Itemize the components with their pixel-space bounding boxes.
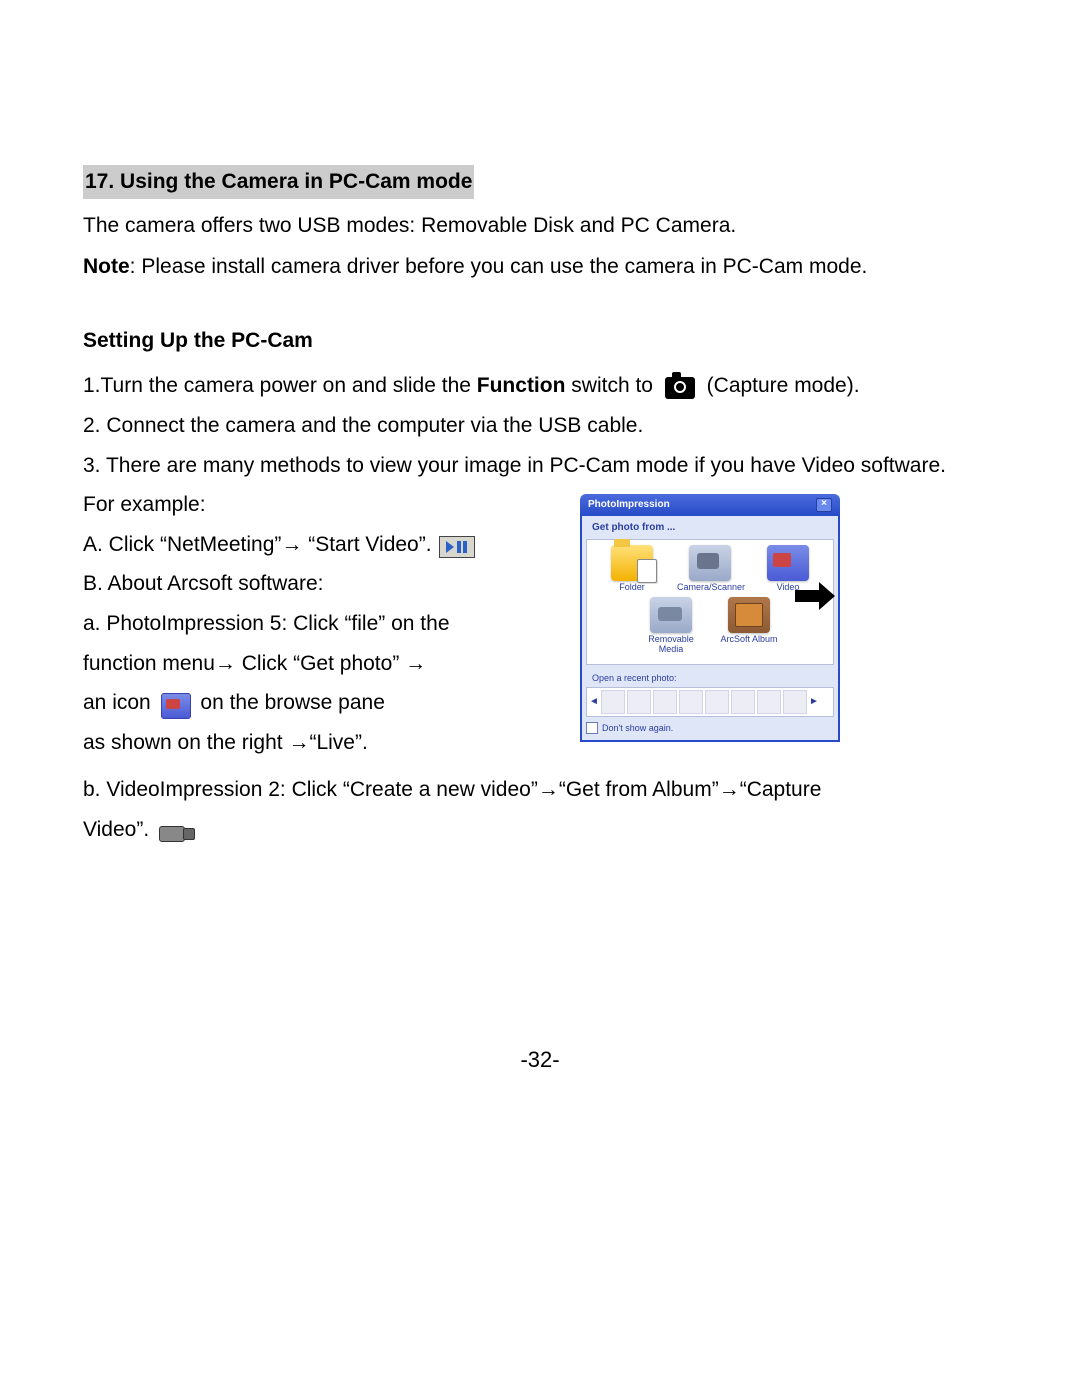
arrow-icon: → (215, 652, 236, 675)
step1-post: (Capture mode). (707, 374, 860, 397)
note-label: Note (83, 255, 130, 278)
window-subtitle: Get photo from ... (592, 520, 834, 536)
icon-panel: Folder Camera/Scanner Video Removable Me… (586, 539, 834, 665)
b2-pre: Video”. (83, 818, 149, 841)
recent-thumbstrip: ◄ ► (586, 687, 834, 717)
camera-icon (665, 377, 695, 399)
scroll-left-button[interactable]: ◄ (589, 691, 599, 713)
step1-mid: switch to (565, 374, 653, 397)
option-removable-media[interactable]: Removable Media (638, 597, 704, 655)
b1-post: “Capture (740, 778, 822, 801)
album-icon (728, 597, 770, 633)
recent-label: Open a recent photo: (592, 671, 834, 685)
thumb-slot[interactable] (627, 690, 651, 714)
a3-pre: an icon (83, 691, 151, 714)
line-A: A. Click “NetMeeting”→ “Start Video”. (83, 528, 995, 562)
window-title: PhotoImpression (588, 497, 670, 513)
A-post: “Start Video”. (302, 533, 431, 556)
arrow-icon: → (288, 731, 309, 754)
option-arcsoft-album[interactable]: ArcSoft Album (716, 597, 782, 655)
a-line3: an icon on the browse pane (83, 686, 995, 720)
thumb-slot[interactable] (783, 690, 807, 714)
note-text: : Please install camera driver before yo… (130, 255, 868, 278)
A-pre: A. Click “NetMeeting” (83, 533, 281, 556)
page-number: -32- (0, 1042, 1080, 1077)
for-example: For example: (83, 488, 995, 522)
cursor-arrow-icon (795, 580, 835, 618)
video-option-icon (767, 545, 809, 581)
intro-text: The camera offers two USB modes: Removab… (83, 209, 995, 243)
close-icon[interactable]: × (816, 498, 832, 512)
a-line2: function menu→ Click “Get photo” → (83, 647, 995, 681)
folder-icon (611, 545, 653, 581)
steps-list: 1.Turn the camera power on and slide the… (83, 369, 995, 846)
removable-media-icon (650, 597, 692, 633)
step-3: 3. There are many methods to view your i… (83, 449, 995, 483)
document-page: 17. Using the Camera in PC-Cam mode The … (0, 0, 1080, 1397)
a4-pre: as shown on the right (83, 731, 288, 754)
b1-pre: b. VideoImpression 2: Click “Create a ne… (83, 778, 538, 801)
thumb-slot[interactable] (679, 690, 703, 714)
b-line2: Video”. (83, 813, 995, 847)
note-line: Note: Please install camera driver befor… (83, 250, 995, 284)
arrow-icon: → (405, 652, 426, 675)
a2-pre: function menu (83, 652, 215, 675)
video-icon (161, 693, 191, 719)
window-frame: Get photo from ... Folder Camera/Scanner… (580, 516, 840, 742)
b-line1: b. VideoImpression 2: Click “Create a ne… (83, 773, 995, 807)
a4-post: “Live”. (309, 731, 367, 754)
play-pause-icon (439, 536, 475, 558)
option-folder[interactable]: Folder (599, 545, 665, 593)
arrow-icon: → (719, 778, 740, 801)
window-titlebar: PhotoImpression × (580, 494, 840, 516)
icon-label: Camera/Scanner (677, 583, 743, 593)
photoimpression-window: PhotoImpression × Get photo from ... Fol… (580, 494, 840, 742)
camera-scanner-icon (689, 545, 731, 581)
thumb-slot[interactable] (653, 690, 677, 714)
arrow-icon: → (281, 533, 302, 556)
thumb-slot[interactable] (757, 690, 781, 714)
option-camera-scanner[interactable]: Camera/Scanner (677, 545, 743, 593)
thumb-slot[interactable] (601, 690, 625, 714)
icon-label: Removable Media (638, 635, 704, 655)
dont-show-label: Don't show again. (602, 721, 673, 735)
step-2: 2. Connect the camera and the computer v… (83, 409, 995, 443)
section-heading: 17. Using the Camera in PC-Cam mode (83, 165, 474, 199)
camcorder-icon (159, 821, 195, 843)
a-line4: as shown on the right →“Live”. (83, 726, 995, 760)
dont-show-checkbox[interactable] (586, 722, 598, 734)
a-line1: a. PhotoImpression 5: Click “file” on th… (83, 607, 995, 641)
b1-mid: “Get from Album” (559, 778, 719, 801)
a2-mid: Click “Get photo” (236, 652, 405, 675)
step1-pre: 1.Turn the camera power on and slide the (83, 374, 477, 397)
arrow-icon: → (538, 778, 559, 801)
sub-heading: Setting Up the PC-Cam (83, 324, 995, 358)
icon-label: Folder (599, 583, 665, 593)
line-B: B. About Arcsoft software: (83, 567, 995, 601)
scroll-right-button[interactable]: ► (809, 691, 819, 713)
a3-post: on the browse pane (200, 691, 384, 714)
step1-bold: Function (477, 374, 566, 397)
thumb-slot[interactable] (705, 690, 729, 714)
thumb-slot[interactable] (731, 690, 755, 714)
dont-show-row: Don't show again. (586, 721, 834, 735)
icon-label: ArcSoft Album (716, 635, 782, 645)
step-1: 1.Turn the camera power on and slide the… (83, 369, 995, 403)
